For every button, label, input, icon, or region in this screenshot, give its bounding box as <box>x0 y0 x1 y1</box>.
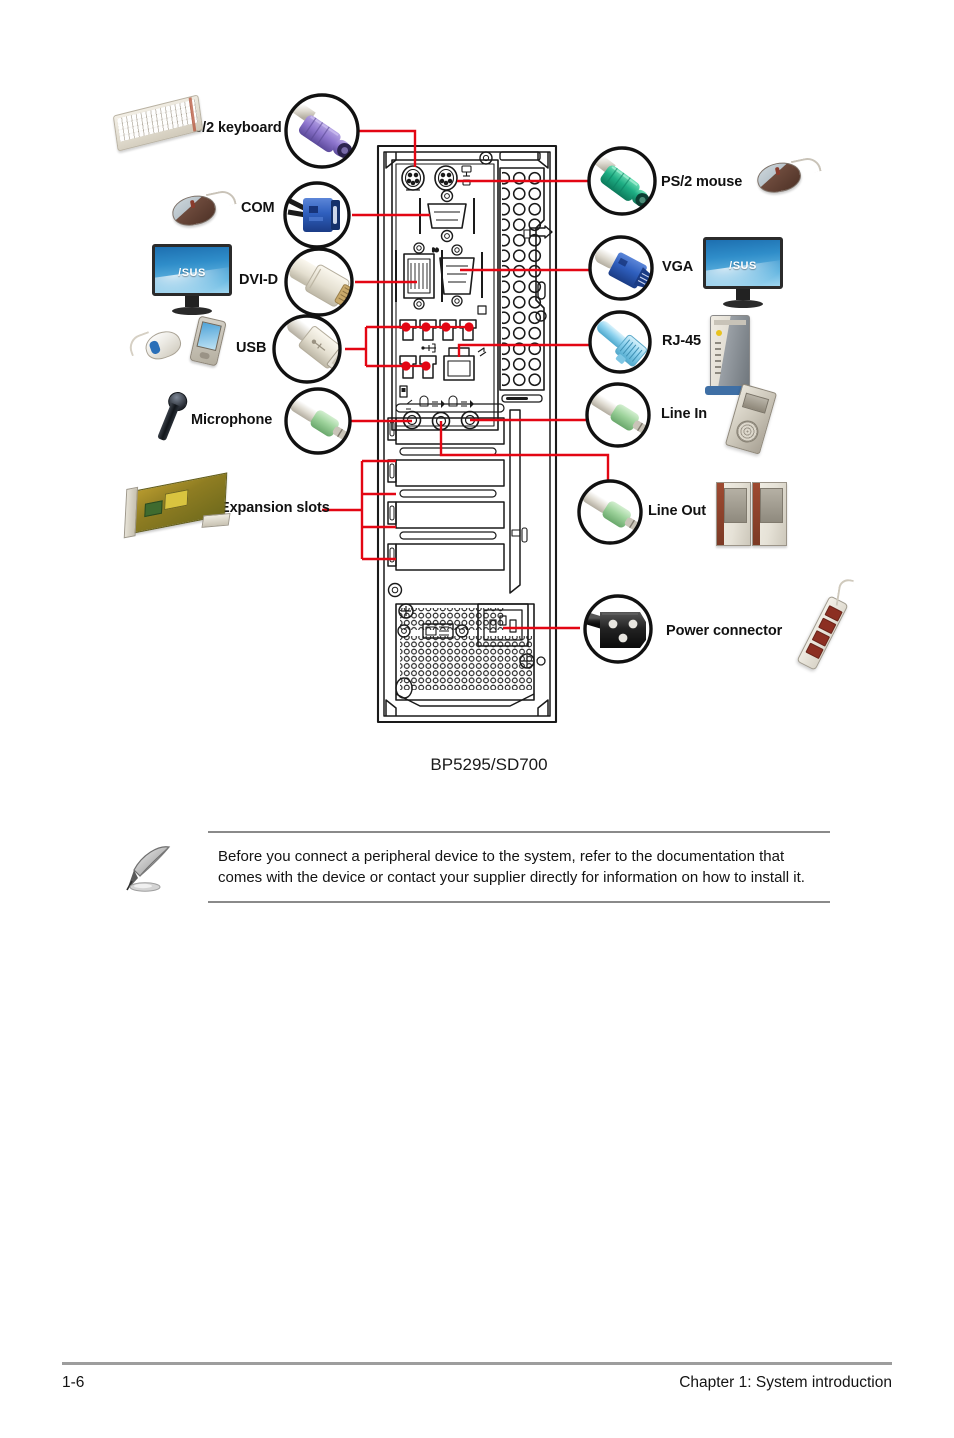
callout-label-microphone: Microphone <box>191 412 273 428</box>
pda-icon <box>189 315 227 367</box>
callout-label-vga: VGA <box>662 259 694 275</box>
expansion-card-icon <box>123 472 231 539</box>
callout-label-ps2-mouse: PS/2 mouse <box>661 174 743 190</box>
rear-panel-diagram: 2 PS/2 keyboard COM DVI-D USB Microphone… <box>0 0 954 760</box>
footer-rule <box>62 1362 892 1365</box>
callout-label-power-connector: Power connector <box>666 623 783 639</box>
vga-connector-icon <box>588 235 654 301</box>
network-device-icon <box>705 315 753 395</box>
note-text: Before you connect a peripheral device t… <box>218 848 805 886</box>
ps2-mouse-connector-icon <box>587 146 657 216</box>
speakers-icon <box>716 482 790 546</box>
callout-label-dvi-d: DVI-D <box>239 272 278 288</box>
microphone-audio-jack-icon <box>284 387 352 455</box>
rj45-connector-icon <box>588 310 652 374</box>
usb-mouse-icon <box>125 326 185 364</box>
callout-label-line-out: Line Out <box>648 503 707 519</box>
mouse-icon-com <box>169 188 237 230</box>
note-bottom-rule <box>208 901 830 903</box>
page-footer: 1-6 Chapter 1: System introduction <box>62 1374 892 1392</box>
ps2-keyboard-connector-icon <box>284 93 360 169</box>
serial-com-connector-icon <box>283 181 351 249</box>
footer-chapter-title: Chapter 1: System introduction <box>679 1374 892 1391</box>
dvi-d-connector-icon <box>284 247 354 317</box>
mouse-icon-ps2 <box>754 155 822 197</box>
note-box: Before you connect a peripheral device t… <box>208 831 830 903</box>
usb-connector-icon <box>272 314 342 384</box>
callout-label-com: COM <box>241 200 275 216</box>
callout-label-expansion-slots: Expansion slots <box>220 500 330 516</box>
callout-label-rj-45: RJ-45 <box>662 333 701 349</box>
footer-page-number: 1-6 <box>62 1374 85 1391</box>
keyboard-icon <box>112 94 204 152</box>
model-caption-text: BP5295/SD700 <box>430 755 548 774</box>
lcd-monitor-icon-vga: /SUS <box>703 237 783 308</box>
model-caption: BP5295/SD700 <box>0 755 954 775</box>
line-in-audio-jack-icon <box>585 382 651 448</box>
line-out-audio-jack-icon <box>577 479 643 545</box>
lcd-monitor-icon-dvi: /SUS <box>152 244 232 315</box>
cassette-recorder-icon <box>724 383 778 455</box>
callout-label-line-in: Line In <box>661 406 708 422</box>
power-strip-icon <box>796 577 854 671</box>
pencil-note-icon <box>126 846 171 892</box>
callout-label-usb: USB <box>236 340 267 356</box>
iec-power-connector-icon <box>583 594 653 664</box>
microphone-icon <box>157 389 191 443</box>
